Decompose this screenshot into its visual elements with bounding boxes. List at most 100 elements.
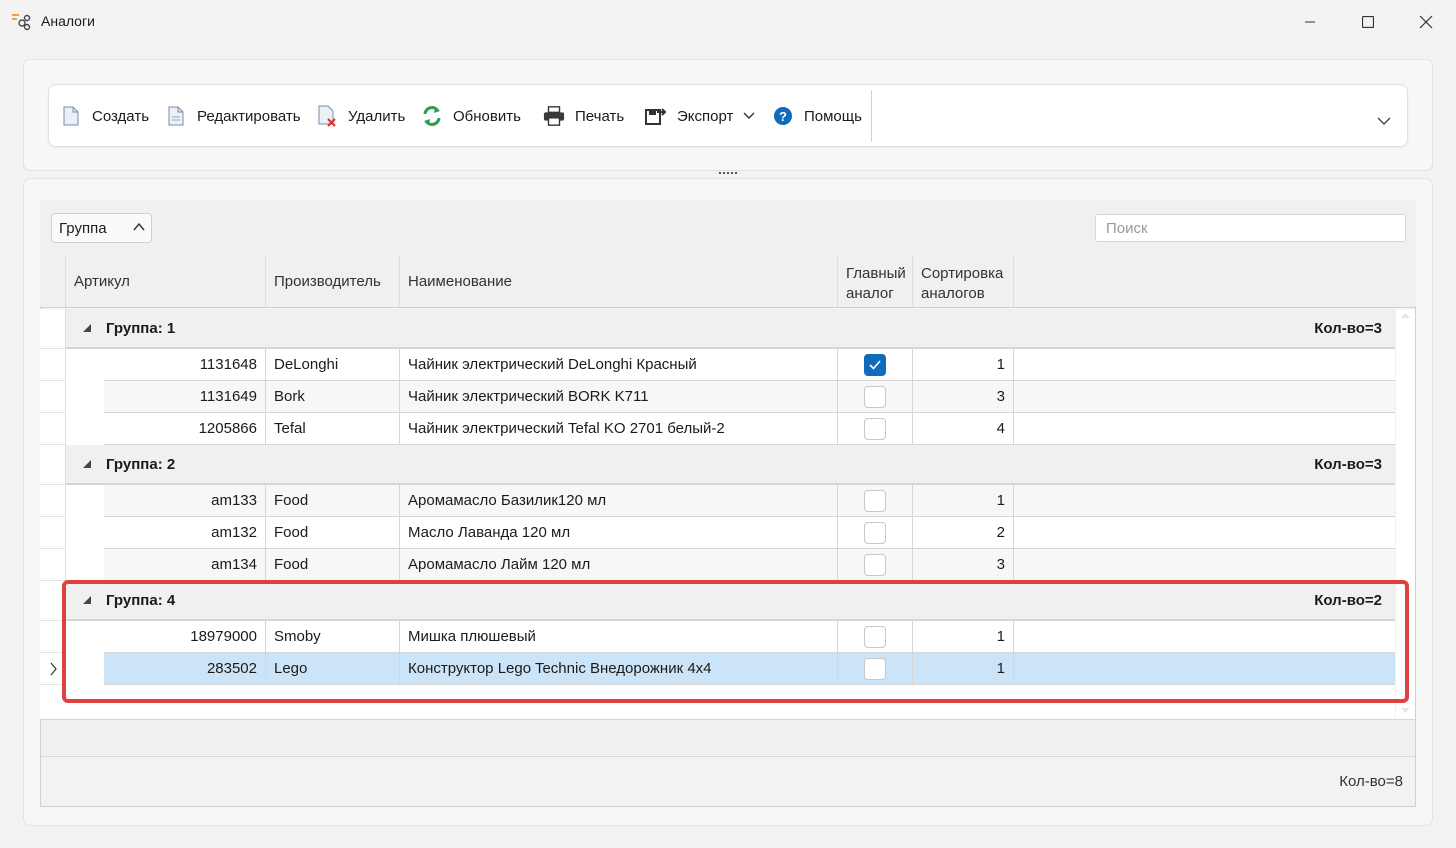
table-row[interactable]: 283502 Lego Конструктор Lego Technic Внедо… xyxy=(104,653,1395,685)
vertical-scrollbar[interactable] xyxy=(1396,309,1415,719)
edit-document-icon xyxy=(165,105,187,127)
column-header-article[interactable]: Артикул xyxy=(66,256,266,308)
print-button[interactable]: Печать xyxy=(543,102,624,130)
group-collapse-triangle-icon[interactable] xyxy=(82,595,92,605)
row-indicator-cell[interactable] xyxy=(40,517,66,549)
name-cell[interactable]: Чайник электрический DeLonghi Красный xyxy=(400,349,838,380)
printer-icon xyxy=(543,105,565,127)
refresh-button[interactable]: Обновить xyxy=(421,102,521,130)
article-cell[interactable]: am133 xyxy=(104,485,266,516)
article-cell[interactable]: 283502 xyxy=(104,653,266,684)
chevron-down-icon xyxy=(743,112,755,119)
row-indicator-cell[interactable] xyxy=(40,485,66,517)
main-analog-cell[interactable] xyxy=(838,653,913,684)
sort-cell[interactable]: 2 xyxy=(913,517,1014,548)
group-collapse-triangle-icon[interactable] xyxy=(82,459,92,469)
table-row[interactable]: 18979000 Smoby Мишка плюшевый 1 xyxy=(104,621,1395,653)
main-analog-checkbox[interactable] xyxy=(864,521,886,544)
manufacturer-cell[interactable]: Food xyxy=(266,517,400,548)
main-analog-checkbox[interactable] xyxy=(864,657,886,680)
manufacturer-cell[interactable]: Smoby xyxy=(266,621,400,652)
main-analog-cell[interactable] xyxy=(838,485,913,516)
main-analog-cell[interactable] xyxy=(838,413,913,444)
main-analog-checkbox[interactable] xyxy=(864,625,886,648)
row-indicator-cell xyxy=(40,309,66,349)
name-cell[interactable]: Масло Лаванда 120 мл xyxy=(400,517,838,548)
window-title: Аналоги xyxy=(41,13,95,29)
main-analog-checkbox[interactable] xyxy=(864,489,886,512)
main-analog-checkbox[interactable] xyxy=(864,553,886,576)
main-analog-cell[interactable] xyxy=(838,349,913,380)
name-cell[interactable]: Аромамасло Базилик120 мл xyxy=(400,485,838,516)
edit-button[interactable]: Редактировать xyxy=(165,102,301,130)
group-row[interactable]: Группа: 4 Кол-во=2 xyxy=(66,581,1395,621)
article-cell[interactable]: 18979000 xyxy=(104,621,266,652)
delete-button[interactable]: Удалить xyxy=(316,102,405,130)
group-label: Группа: 1 xyxy=(106,320,176,337)
create-button[interactable]: Создать xyxy=(60,102,149,130)
article-cell[interactable]: am134 xyxy=(104,549,266,580)
scroll-up-icon[interactable] xyxy=(1396,309,1415,321)
article-cell[interactable]: 1205866 xyxy=(104,413,266,444)
table-row[interactable]: am132 Food Масло Лаванда 120 мл 2 xyxy=(104,517,1395,549)
sort-cell[interactable]: 4 xyxy=(913,413,1014,444)
group-collapse-triangle-icon[interactable] xyxy=(82,323,92,333)
name-cell[interactable]: Чайник электрический Tefal KO 2701 белый… xyxy=(400,413,838,444)
manufacturer-cell[interactable]: Bork xyxy=(266,381,400,412)
main-analog-checkbox[interactable] xyxy=(864,417,886,440)
row-indicator-cell[interactable] xyxy=(40,621,66,653)
main-analog-cell[interactable] xyxy=(838,549,913,580)
row-indicator-cell[interactable] xyxy=(40,413,66,445)
help-button[interactable]: ? Помощь xyxy=(772,102,862,130)
manufacturer-cell[interactable]: Lego xyxy=(266,653,400,684)
search-input[interactable] xyxy=(1095,214,1406,242)
main-analog-checkbox[interactable] xyxy=(864,353,886,376)
splitter-grip[interactable] xyxy=(719,172,737,176)
group-indent-cell xyxy=(66,349,104,381)
scroll-down-icon[interactable] xyxy=(1396,705,1415,717)
minimize-button[interactable] xyxy=(1281,0,1339,44)
article-cell[interactable]: am132 xyxy=(104,517,266,548)
main-analog-cell[interactable] xyxy=(838,517,913,548)
manufacturer-cell[interactable]: Food xyxy=(266,549,400,580)
main-analog-cell[interactable] xyxy=(838,621,913,652)
group-row[interactable]: Группа: 2 Кол-во=3 xyxy=(66,445,1395,485)
column-header-main-analog[interactable]: Главный аналог xyxy=(838,256,913,308)
table-row[interactable]: 1131648 DeLonghi Чайник электрический DeLo… xyxy=(104,349,1395,381)
manufacturer-cell[interactable]: Tefal xyxy=(266,413,400,444)
table-row[interactable]: am134 Food Аромамасло Лайм 120 мл 3 xyxy=(104,549,1395,581)
name-cell[interactable]: Конструктор Lego Technic Внедорожник 4x4 xyxy=(400,653,838,684)
main-analog-cell[interactable] xyxy=(838,381,913,412)
close-button[interactable] xyxy=(1397,0,1455,44)
row-indicator-cell[interactable] xyxy=(40,653,66,685)
group-by-chip[interactable]: Группа xyxy=(51,213,152,243)
name-cell[interactable]: Аромамасло Лайм 120 мл xyxy=(400,549,838,580)
sort-cell[interactable]: 3 xyxy=(913,549,1014,580)
manufacturer-cell[interactable]: DeLonghi xyxy=(266,349,400,380)
row-indicator-cell[interactable] xyxy=(40,549,66,581)
table-row[interactable]: am133 Food Аромамасло Базилик120 мл 1 xyxy=(104,485,1395,517)
sort-cell[interactable]: 1 xyxy=(913,621,1014,652)
article-cell[interactable]: 1131648 xyxy=(104,349,266,380)
column-header-sort[interactable]: Сортировка аналогов xyxy=(913,256,1014,308)
export-button[interactable]: Экспорт xyxy=(645,102,755,130)
table-row[interactable]: 1205866 Tefal Чайник электрический Tefal K… xyxy=(104,413,1395,445)
table-row[interactable]: 1131649 Bork Чайник электрический BORK K71… xyxy=(104,381,1395,413)
manufacturer-cell[interactable]: Food xyxy=(266,485,400,516)
group-row[interactable]: Группа: 1 Кол-во=3 xyxy=(66,309,1395,349)
name-cell[interactable]: Чайник электрический BORK K711 xyxy=(400,381,838,412)
sort-cell[interactable]: 1 xyxy=(913,349,1014,380)
column-header-manufacturer[interactable]: Производитель xyxy=(266,256,400,308)
article-cell[interactable]: 1131649 xyxy=(104,381,266,412)
sort-cell[interactable]: 1 xyxy=(913,653,1014,684)
main-analog-checkbox[interactable] xyxy=(864,385,886,408)
row-indicator-cell[interactable] xyxy=(40,349,66,381)
sort-cell[interactable]: 1 xyxy=(913,485,1014,516)
row-indicator-cell xyxy=(40,445,66,485)
name-cell[interactable]: Мишка плюшевый xyxy=(400,621,838,652)
sort-cell[interactable]: 3 xyxy=(913,381,1014,412)
maximize-button[interactable] xyxy=(1339,0,1397,44)
column-header-name[interactable]: Наименование xyxy=(400,256,838,308)
row-indicator-cell[interactable] xyxy=(40,381,66,413)
toolbar-expand-chevron-icon[interactable] xyxy=(1374,110,1394,130)
